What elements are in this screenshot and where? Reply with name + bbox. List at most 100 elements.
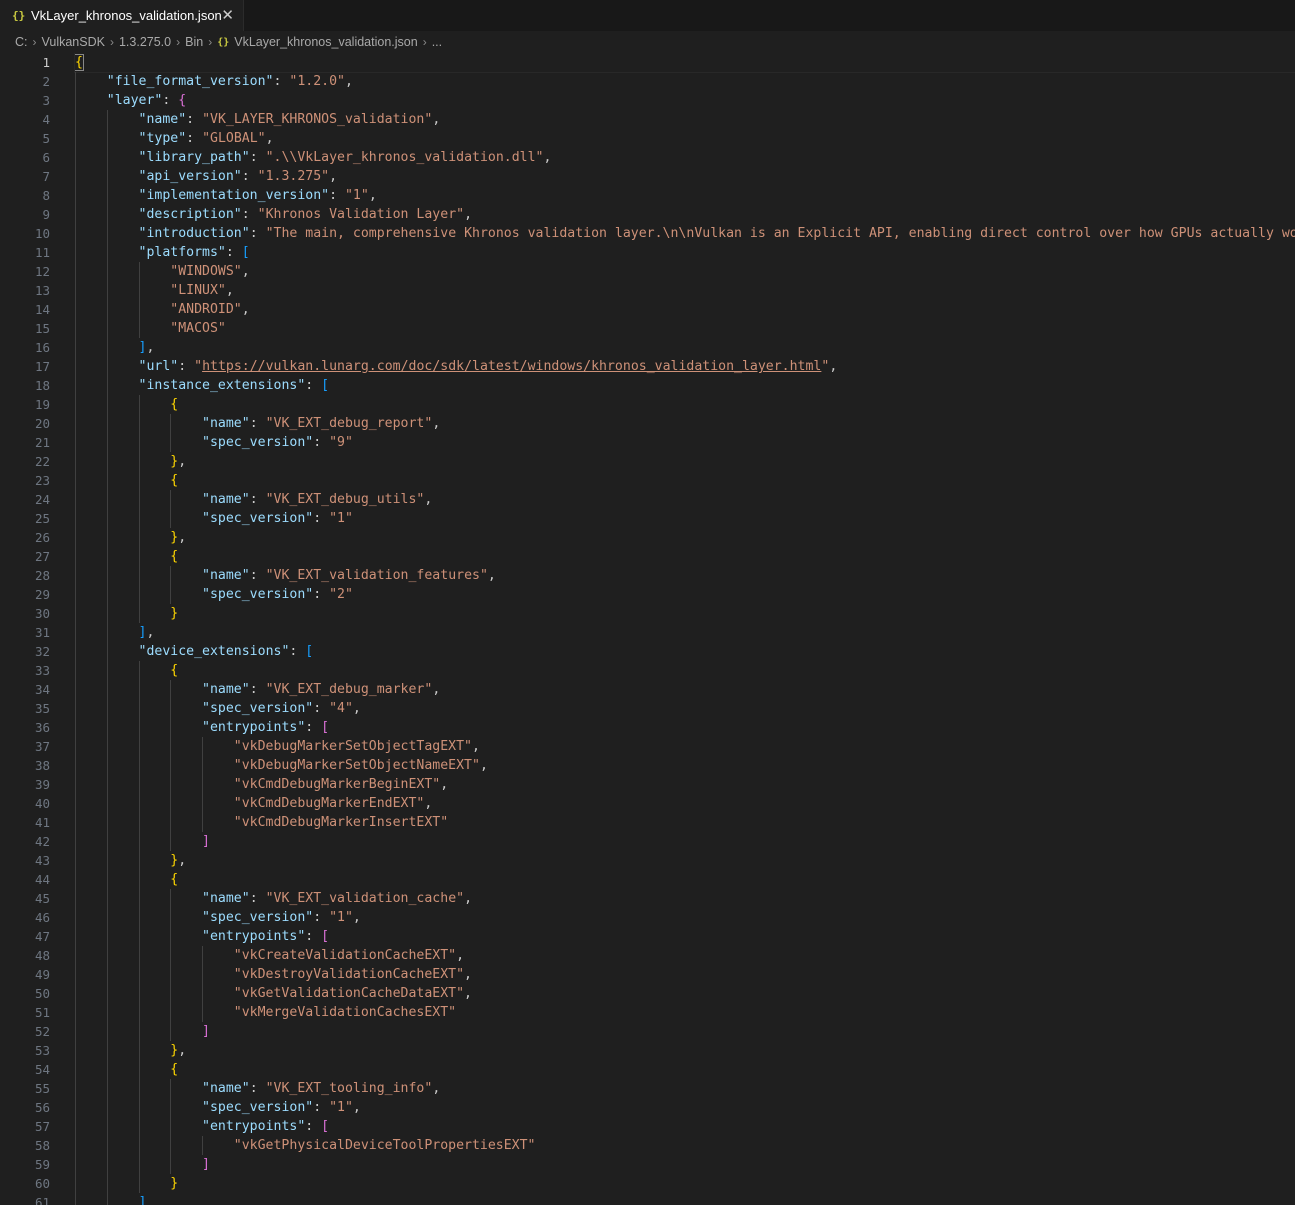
code-line[interactable]: "entrypoints": [ <box>75 718 1295 737</box>
code-line[interactable]: }, <box>75 452 1295 471</box>
code-line[interactable]: "vkCmdDebugMarkerEndEXT", <box>75 794 1295 813</box>
breadcrumb-item-drive[interactable]: C: <box>15 35 28 49</box>
code-line[interactable]: "vkDebugMarkerSetObjectTagEXT", <box>75 737 1295 756</box>
breadcrumb-item-more[interactable]: ... <box>432 35 442 49</box>
indent-guide <box>138 509 140 528</box>
code-line[interactable]: "LINUX", <box>75 281 1295 300</box>
code-line[interactable]: "spec_version": "1" <box>75 509 1295 528</box>
code-line[interactable]: "vkGetPhysicalDeviceToolPropertiesEXT" <box>75 1136 1295 1155</box>
code-line[interactable]: ] <box>75 1022 1295 1041</box>
code-line[interactable]: "name": "VK_EXT_debug_marker", <box>75 680 1295 699</box>
indent-guide <box>170 794 172 813</box>
line-number: 6 <box>42 150 50 165</box>
code-line[interactable]: { <box>75 870 1295 889</box>
breadcrumb-item-vulkansdk[interactable]: VulkanSDK <box>42 35 105 49</box>
code-line[interactable]: }, <box>75 1041 1295 1060</box>
json-key: "spec_version" <box>202 511 314 526</box>
json-punctuation: , <box>471 739 480 754</box>
indent-guide <box>75 661 76 680</box>
code-line[interactable]: "vkDebugMarkerSetObjectNameEXT", <box>75 756 1295 775</box>
code-line[interactable]: }, <box>75 851 1295 870</box>
indent-guide <box>170 813 172 832</box>
code-line[interactable]: ] <box>75 1193 1295 1205</box>
code-line[interactable]: "MACOS" <box>75 319 1295 338</box>
code-line[interactable]: { <box>75 471 1295 490</box>
code-line[interactable]: "name": "VK_LAYER_KHRONOS_validation", <box>75 110 1295 129</box>
code-line[interactable]: "entrypoints": [ <box>75 1117 1295 1136</box>
code-line[interactable]: "type": "GLOBAL", <box>75 129 1295 148</box>
indent-guide <box>170 699 172 718</box>
code-line[interactable]: "name": "VK_EXT_validation_features", <box>75 566 1295 585</box>
code-line[interactable]: "vkCreateValidationCacheEXT", <box>75 946 1295 965</box>
tab-vklayer-json[interactable]: {} VkLayer_khronos_validation.json ✕ <box>0 0 244 31</box>
code-line[interactable]: "spec_version": "9" <box>75 433 1295 452</box>
indent-guide <box>106 604 108 623</box>
code-line[interactable]: "spec_version": "4", <box>75 699 1295 718</box>
line-number: 59 <box>34 1157 50 1172</box>
json-bracket: { <box>74 54 84 71</box>
indent-guide <box>106 1003 108 1022</box>
json-url-link[interactable]: https://vulkan.lunarg.com/doc/sdk/latest… <box>202 359 821 374</box>
code-line[interactable]: "vkDestroyValidationCacheEXT", <box>75 965 1295 984</box>
code-line[interactable]: "spec_version": "1", <box>75 908 1295 927</box>
code-line[interactable]: "vkCmdDebugMarkerInsertEXT" <box>75 813 1295 832</box>
code-line[interactable]: ] <box>75 832 1295 851</box>
code-line[interactable]: "WINDOWS", <box>75 262 1295 281</box>
code-line[interactable]: "name": "VK_EXT_validation_cache", <box>75 889 1295 908</box>
indent-guide <box>170 984 172 1003</box>
line-number: 32 <box>34 644 50 659</box>
json-bracket: [ <box>241 245 250 260</box>
code-line[interactable]: } <box>75 1174 1295 1193</box>
indent-guide <box>138 946 140 965</box>
code-line[interactable]: "description": "Khronos Validation Layer… <box>75 205 1295 224</box>
code-line[interactable]: "api_version": "1.3.275", <box>75 167 1295 186</box>
code-line[interactable]: "name": "VK_EXT_tooling_info", <box>75 1079 1295 1098</box>
code-line[interactable]: "file_format_version": "1.2.0", <box>75 72 1295 91</box>
code-line[interactable]: ] <box>75 1155 1295 1174</box>
code-line[interactable]: "vkGetValidationCacheDataEXT", <box>75 984 1295 1003</box>
code-line[interactable]: "instance_extensions": [ <box>75 376 1295 395</box>
code-line[interactable]: "name": "VK_EXT_debug_report", <box>75 414 1295 433</box>
code-line[interactable]: "spec_version": "1", <box>75 1098 1295 1117</box>
code-line[interactable]: "url": "https://vulkan.lunarg.com/doc/sd… <box>75 357 1295 376</box>
close-icon[interactable]: ✕ <box>221 6 234 24</box>
code-line[interactable]: "spec_version": "2" <box>75 585 1295 604</box>
code-area[interactable]: { "file_format_version": "1.2.0", "layer… <box>74 53 1295 1205</box>
indent-guide <box>138 1003 140 1022</box>
breadcrumb-item-version[interactable]: 1.3.275.0 <box>119 35 171 49</box>
code-line[interactable]: "layer": { <box>75 91 1295 110</box>
code-line[interactable]: }, <box>75 528 1295 547</box>
code-line[interactable]: "ANDROID", <box>75 300 1295 319</box>
breadcrumb-item-file[interactable]: VkLayer_khronos_validation.json <box>234 35 417 49</box>
breadcrumb-item-bin[interactable]: Bin <box>185 35 203 49</box>
json-key: "spec_version" <box>202 1100 314 1115</box>
code-line[interactable]: "name": "VK_EXT_debug_utils", <box>75 490 1295 509</box>
code-line[interactable]: { <box>75 547 1295 566</box>
code-line[interactable]: ], <box>75 338 1295 357</box>
code-line[interactable]: { <box>75 661 1295 680</box>
code-line[interactable]: "implementation_version": "1", <box>75 186 1295 205</box>
code-line[interactable]: "vkMergeValidationCachesEXT" <box>75 1003 1295 1022</box>
code-line[interactable]: { <box>74 53 1295 73</box>
code-editor[interactable]: 1 2 3 4 5 6 7 8 9 10 11 12 13 14 15 16 17 18 19 20 21 22 23 24 2… <box>0 53 1295 1205</box>
code-line[interactable]: "introduction": "The main, comprehensive… <box>75 224 1295 243</box>
json-key: "spec_version" <box>202 910 314 925</box>
code-line[interactable]: ], <box>75 623 1295 642</box>
json-key: "device_extensions" <box>138 644 290 659</box>
json-punctuation: , <box>424 492 433 507</box>
code-line[interactable]: "library_path": ".\\VkLayer_khronos_vali… <box>75 148 1295 167</box>
json-punctuation: : <box>273 74 290 89</box>
code-line[interactable]: "device_extensions": [ <box>75 642 1295 661</box>
json-punctuation: , <box>487 568 496 583</box>
line-number: 52 <box>34 1024 50 1039</box>
code-line[interactable]: { <box>75 395 1295 414</box>
json-string: "ANDROID" <box>170 302 242 317</box>
code-line[interactable]: } <box>75 604 1295 623</box>
code-line[interactable]: "vkCmdDebugMarkerBeginEXT", <box>75 775 1295 794</box>
code-line[interactable]: "platforms": [ <box>75 243 1295 262</box>
code-line[interactable]: { <box>75 1060 1295 1079</box>
json-bracket: { <box>170 473 179 488</box>
code-line[interactable]: "entrypoints": [ <box>75 927 1295 946</box>
